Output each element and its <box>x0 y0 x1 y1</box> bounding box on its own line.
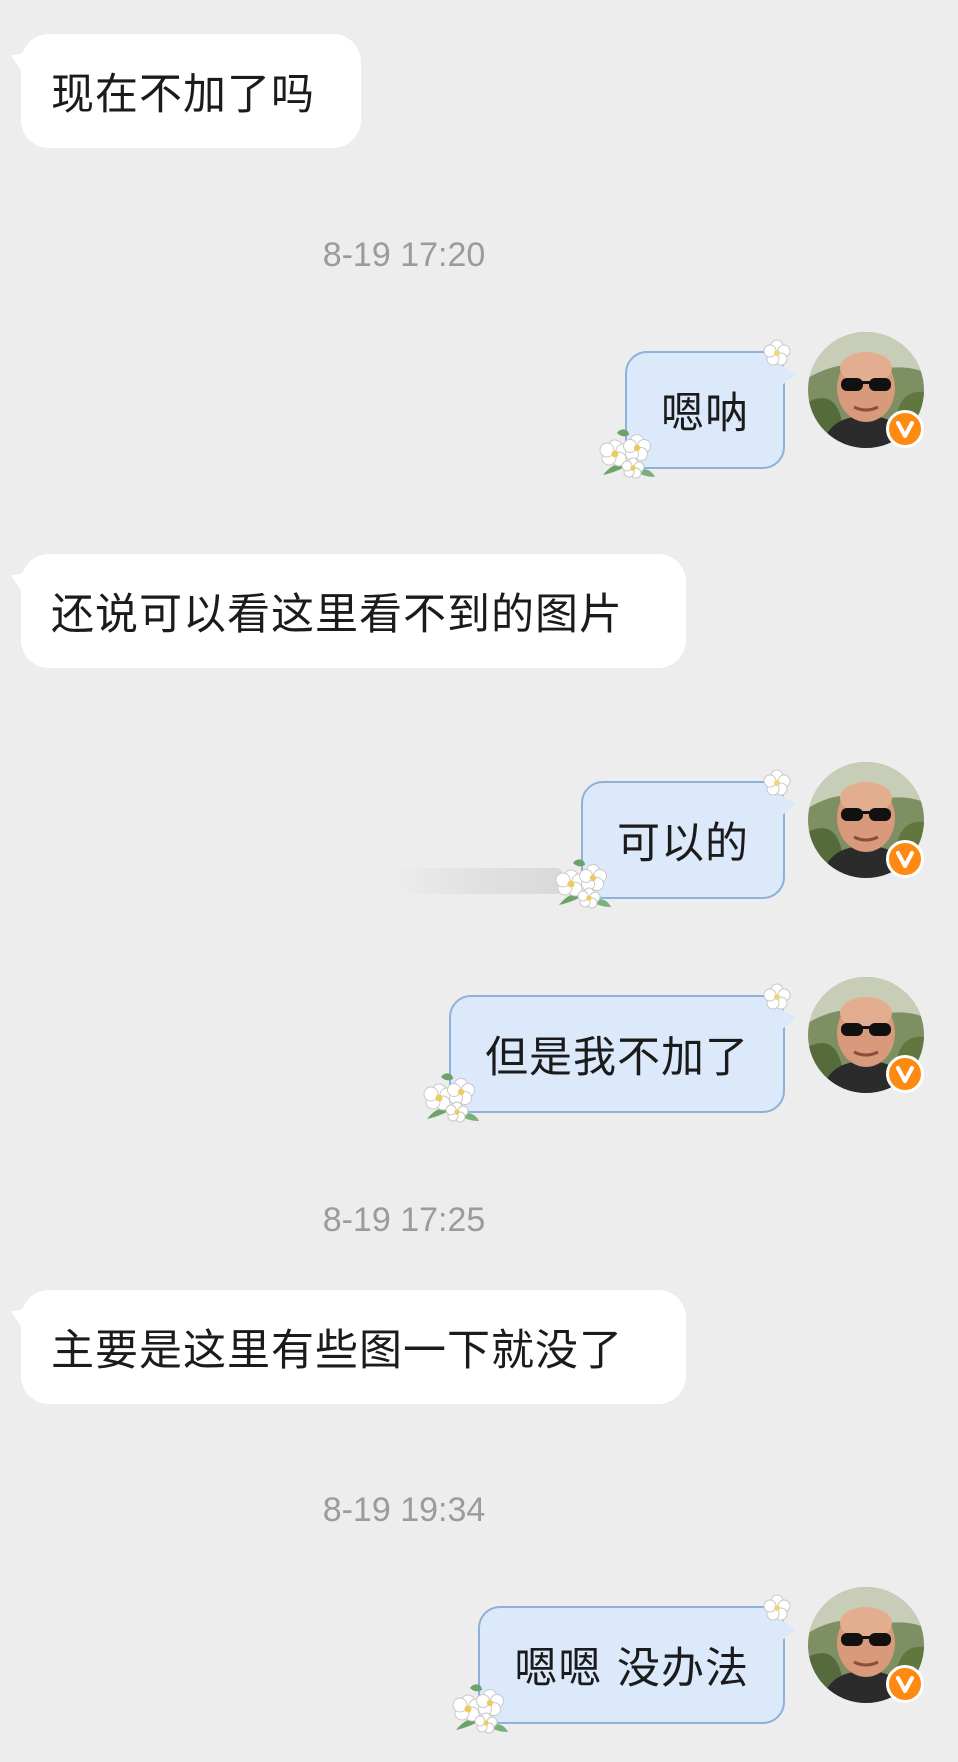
blurred-content-strip <box>392 868 562 894</box>
flower-cluster-decoration-icon <box>448 1680 512 1738</box>
avatar[interactable] <box>808 762 924 878</box>
message-text: 但是我不加了 <box>485 1033 749 1083</box>
message-text: 还说可以看这里看不到的图片 <box>51 590 623 640</box>
message-text: 现在不加了吗 <box>51 70 315 120</box>
verified-badge-icon <box>886 410 924 448</box>
flower-decoration-icon <box>763 339 791 367</box>
flower-decoration-icon <box>763 1594 791 1622</box>
avatar[interactable] <box>808 1587 924 1703</box>
message-text: 可以的 <box>617 819 749 869</box>
message-bubble-incoming[interactable]: 现在不加了吗 <box>21 34 361 148</box>
message-bubble-outgoing[interactable]: 可以的 <box>581 781 796 899</box>
message-bubble-outgoing[interactable]: 嗯呐 <box>625 351 796 469</box>
message-bubble-outgoing[interactable]: 但是我不加了 <box>449 995 796 1113</box>
message-text: 嗯呐 <box>661 389 749 439</box>
flower-cluster-decoration-icon <box>595 425 659 483</box>
flower-cluster-decoration-icon <box>419 1069 483 1127</box>
message-timestamp: 8-19 19:34 <box>322 1491 486 1529</box>
message-text: 主要是这里有些图一下就没了 <box>51 1326 623 1376</box>
verified-badge-icon <box>886 1665 924 1703</box>
message-text: 嗯嗯 没办法 <box>514 1644 749 1694</box>
avatar[interactable] <box>808 332 924 448</box>
flower-cluster-decoration-icon <box>551 855 615 913</box>
message-timestamp: 8-19 17:25 <box>322 1201 486 1239</box>
message-bubble-incoming[interactable]: 主要是这里有些图一下就没了 <box>21 1290 686 1404</box>
avatar[interactable] <box>808 977 924 1093</box>
verified-badge-icon <box>886 840 924 878</box>
verified-badge-icon <box>886 1055 924 1093</box>
message-timestamp: 8-19 17:20 <box>322 236 486 274</box>
message-bubble-outgoing[interactable]: 嗯嗯 没办法 <box>478 1606 796 1724</box>
message-bubble-incoming[interactable]: 还说可以看这里看不到的图片 <box>21 554 686 668</box>
flower-decoration-icon <box>763 769 791 797</box>
flower-decoration-icon <box>763 983 791 1011</box>
